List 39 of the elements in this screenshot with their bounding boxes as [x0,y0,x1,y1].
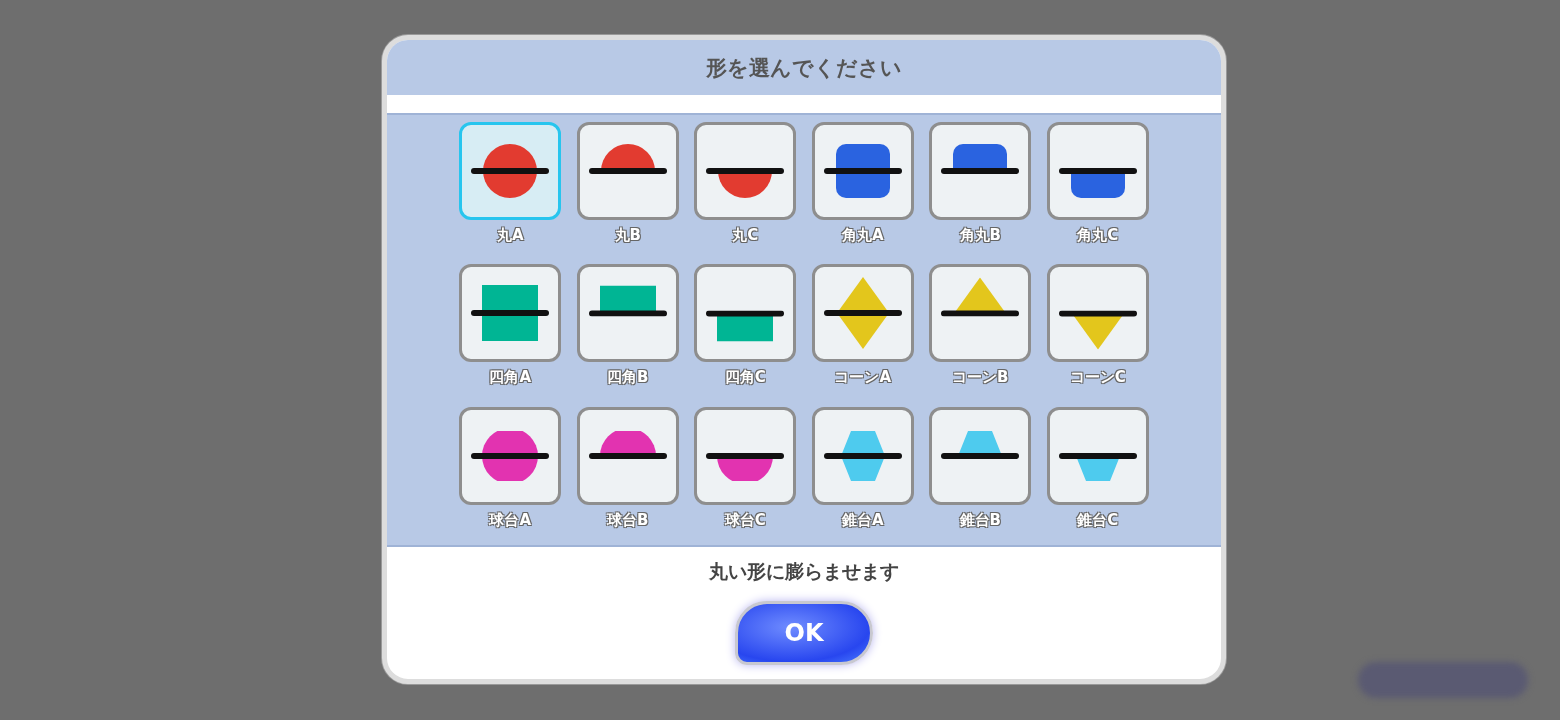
shape-label: 四角B [607,368,649,387]
shape-option[interactable] [811,406,914,505]
shape-label: 錐台B [959,510,1001,529]
shape-label: 球台C [724,510,766,529]
dialog-title: 形を選んでください [387,40,1221,95]
shape-label: 四角A [489,368,532,387]
shape-option[interactable] [459,406,562,505]
shape-label: 丸C [732,226,759,244]
shape-label: 丸B [614,226,641,244]
shape-label: コーンB [952,368,1009,387]
shape-label: 四角C [724,368,766,387]
shape-option[interactable] [929,406,1032,505]
shape-option[interactable] [1046,122,1149,220]
shape-option[interactable] [694,406,797,505]
shape-option[interactable] [811,264,914,363]
shape-label: 角丸C [1077,226,1119,244]
ok-button[interactable]: OK [735,601,873,665]
shape-option[interactable] [929,122,1032,220]
shape-option[interactable] [811,122,914,220]
shape-option[interactable] [1046,406,1149,505]
shape-label: 角丸B [959,226,1001,244]
shape-option[interactable] [576,122,679,220]
shape-label: 角丸A [841,226,884,244]
shape-option[interactable] [459,122,562,220]
shape-description: 丸い形に膨らませます [709,559,899,584]
shape-label: 丸A [496,226,524,244]
shape-option[interactable] [694,264,797,363]
shape-option[interactable] [576,406,679,505]
shape-option[interactable] [576,264,679,363]
shape-option[interactable] [459,264,562,363]
shape-option[interactable] [929,264,1032,363]
shape-label: 球台A [489,510,532,529]
shape-option[interactable] [1046,264,1149,363]
shape-label: コーンA [834,368,892,387]
shape-label: 球台B [607,510,649,529]
shape-option[interactable] [694,122,797,220]
shape-label: 錐台C [1077,510,1119,529]
shape-label: コーンC [1069,368,1126,387]
shape-label: 錐台A [841,510,884,529]
